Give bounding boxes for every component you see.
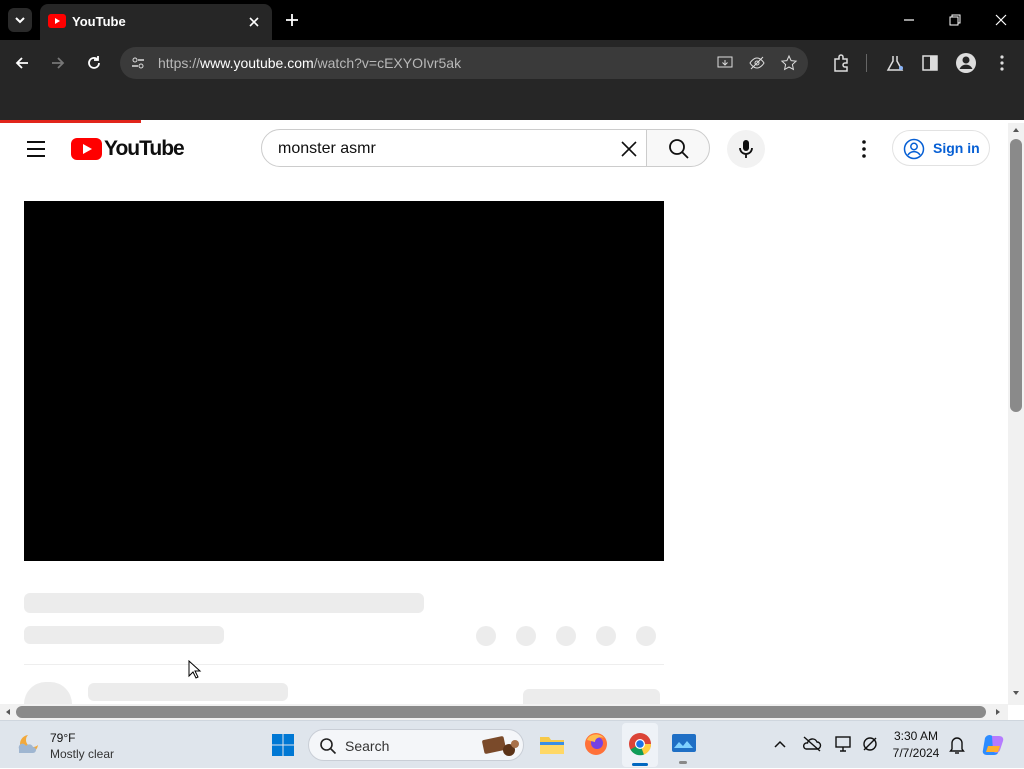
chevron-up-icon[interactable] <box>772 737 788 751</box>
clear-search-icon[interactable] <box>619 139 639 159</box>
browser-tab[interactable]: YouTube <box>40 4 272 40</box>
action-skeleton <box>636 626 656 646</box>
app-window-icon[interactable] <box>671 732 697 756</box>
avatar-skeleton <box>24 682 72 704</box>
reload-icon[interactable] <box>85 54 103 72</box>
network-icon[interactable] <box>860 735 880 753</box>
youtube-logo-text: YouTube <box>104 137 185 160</box>
copilot-icon[interactable] <box>980 732 1006 758</box>
chocolate-highlight-icon <box>482 736 519 756</box>
forward-arrow-icon[interactable] <box>49 54 67 72</box>
restore-icon[interactable] <box>946 12 964 28</box>
install-app-icon[interactable] <box>716 54 734 72</box>
more-vert-icon[interactable] <box>992 53 1012 73</box>
clock-time: 3:30 AM <box>893 729 939 743</box>
close-window-icon[interactable] <box>992 12 1010 28</box>
subscribe-skeleton <box>523 689 660 704</box>
toolbar-divider <box>866 54 867 72</box>
new-tab-icon[interactable] <box>283 11 301 29</box>
windows-taskbar: 79°F Mostly clear Search 3:30 AM 7/7/202… <box>0 720 1024 768</box>
display-icon[interactable] <box>834 735 854 753</box>
chrome-icon <box>629 733 652 756</box>
minimize-icon[interactable] <box>900 12 918 28</box>
notification-bell-icon[interactable] <box>948 735 966 755</box>
url-prefix: https:// <box>158 55 201 71</box>
site-info-icon[interactable] <box>130 55 146 71</box>
horizontal-scroll-thumb[interactable] <box>16 706 986 718</box>
mouse-cursor-icon <box>188 660 202 679</box>
youtube-search-input[interactable]: monster asmr <box>261 129 647 167</box>
search-icon <box>669 139 689 159</box>
account-circle-icon <box>903 138 925 160</box>
profile-avatar-icon[interactable] <box>955 52 977 74</box>
sign-in-label: Sign in <box>933 140 980 156</box>
running-app-indicator <box>679 761 687 764</box>
page-load-progress <box>0 120 141 123</box>
scroll-left-arrow-icon[interactable] <box>3 707 13 717</box>
divider <box>24 664 664 665</box>
close-tab-icon[interactable] <box>246 14 262 30</box>
clock[interactable]: 3:30 AM 7/7/2024 <box>884 721 948 769</box>
action-skeleton <box>556 626 576 646</box>
channel-skeleton <box>88 683 288 701</box>
url-text: https://www.youtube.com/watch?v=cEXYOIvr… <box>158 55 461 71</box>
scroll-down-arrow-icon[interactable] <box>1011 688 1021 698</box>
tab-title: YouTube <box>72 14 126 29</box>
clock-date: 7/7/2024 <box>892 746 940 760</box>
side-panel-icon[interactable] <box>920 53 940 73</box>
youtube-search-value: monster asmr <box>278 140 376 157</box>
browser-toolbar: https://www.youtube.com/watch?v=cEXYOIvr… <box>0 40 1024 86</box>
action-skeleton <box>516 626 536 646</box>
action-skeleton <box>476 626 496 646</box>
browser-titlebar: YouTube <box>0 0 1024 40</box>
youtube-favicon-icon <box>48 14 66 28</box>
url-path: /watch?v=cEXYOIvr5ak <box>313 55 462 71</box>
video-player[interactable] <box>24 201 664 561</box>
firefox-icon[interactable] <box>584 732 608 756</box>
file-explorer-icon[interactable] <box>539 733 565 755</box>
chrome-taskbar-button[interactable] <box>622 723 658 767</box>
youtube-play-logo-icon <box>71 138 102 160</box>
onedrive-sync-off-icon[interactable] <box>802 735 822 753</box>
title-skeleton <box>24 593 424 613</box>
weather-widget[interactable]: 79°F Mostly clear <box>10 725 130 765</box>
weather-condition: Mostly clear <box>50 747 115 761</box>
action-skeleton <box>596 626 616 646</box>
taskbar-search-placeholder: Search <box>345 738 390 754</box>
taskbar-search-box[interactable]: Search <box>308 729 524 761</box>
sign-in-button[interactable]: Sign in <box>892 130 990 166</box>
windows-start-icon[interactable] <box>271 733 295 757</box>
youtube-search-button[interactable] <box>646 129 710 167</box>
tab-search-button[interactable] <box>8 8 32 32</box>
labs-flask-icon[interactable] <box>885 53 905 73</box>
moon-cloud-icon <box>18 733 40 753</box>
hamburger-menu-icon[interactable] <box>26 140 46 158</box>
settings-more-icon[interactable] <box>854 139 874 159</box>
microphone-icon <box>739 140 753 158</box>
url-host: www.youtube.com <box>200 55 314 71</box>
active-app-indicator <box>632 763 648 766</box>
subtitle-skeleton <box>24 626 224 644</box>
back-arrow-icon[interactable] <box>13 54 31 72</box>
browser-band <box>0 86 1024 120</box>
address-bar[interactable]: https://www.youtube.com/watch?v=cEXYOIvr… <box>120 47 808 79</box>
scroll-right-arrow-icon[interactable] <box>993 707 1003 717</box>
weather-temperature: 79°F <box>50 731 76 745</box>
vertical-scroll-thumb[interactable] <box>1010 139 1022 412</box>
voice-search-button[interactable] <box>727 130 765 168</box>
eye-off-icon[interactable] <box>748 54 766 72</box>
extensions-icon[interactable] <box>831 53 851 73</box>
chevron-down-icon <box>15 17 25 24</box>
scroll-up-arrow-icon[interactable] <box>1011 125 1021 135</box>
search-icon <box>320 738 337 755</box>
bookmark-star-icon[interactable] <box>780 54 798 72</box>
